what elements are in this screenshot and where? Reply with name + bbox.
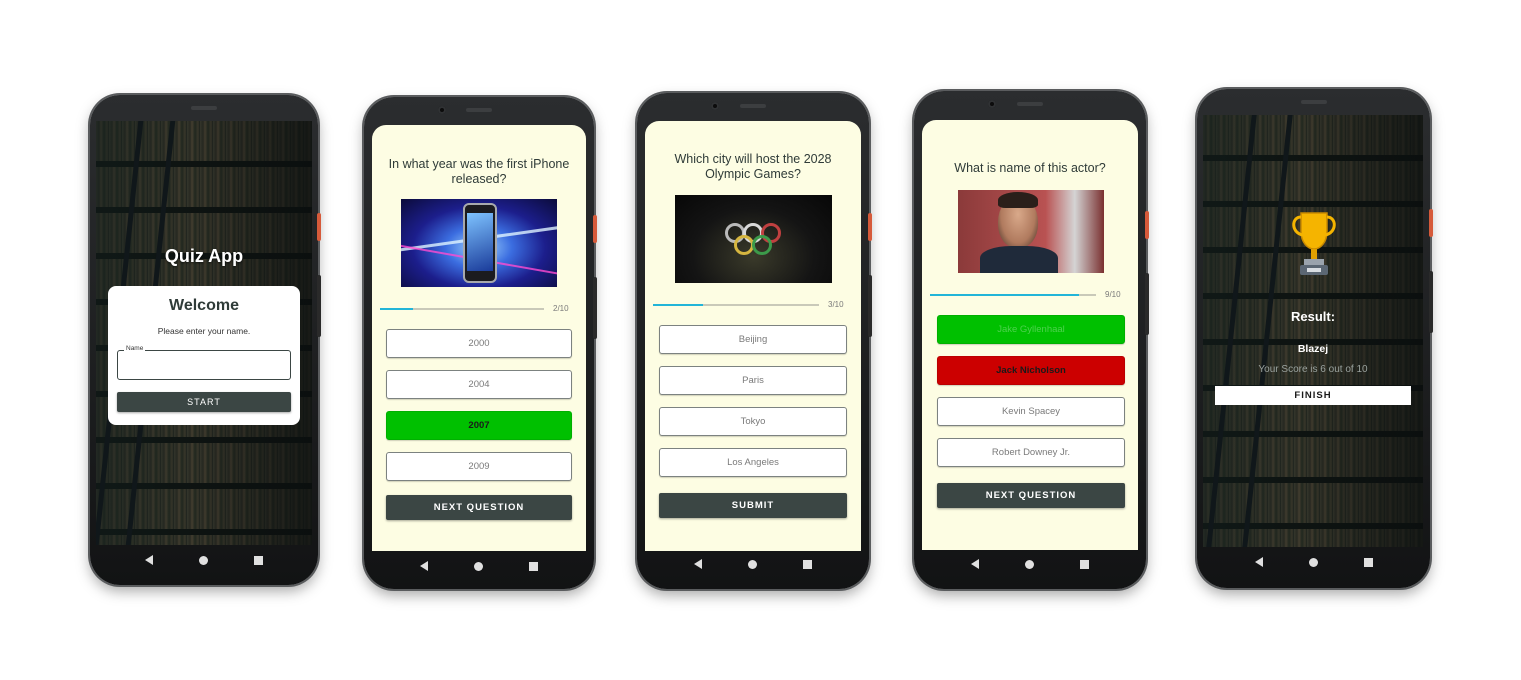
volume-button — [593, 277, 597, 339]
volume-button — [868, 275, 872, 337]
progress-label: 2/10 — [553, 304, 569, 313]
actor-hair — [998, 192, 1038, 208]
finish-button[interactable]: FINISH — [1215, 386, 1411, 405]
option-4[interactable]: Los Angeles — [659, 448, 847, 477]
front-camera — [437, 106, 446, 114]
home-circle-icon[interactable] — [1025, 559, 1034, 569]
home-circle-icon[interactable] — [1308, 557, 1318, 567]
phone-question-2: In what year was the first iPhone releas… — [364, 97, 597, 589]
home-circle-icon[interactable] — [474, 561, 483, 571]
actor-suit — [980, 246, 1058, 273]
power-button — [868, 213, 872, 241]
option-1[interactable]: 2000 — [386, 329, 572, 358]
back-triangle-icon[interactable] — [1254, 557, 1263, 567]
progress-label: 3/10 — [828, 300, 844, 309]
welcome-screen: Quiz App Welcome Please enter your name.… — [96, 121, 312, 545]
power-button — [593, 215, 597, 243]
question-text: Which city will host the 2028 Olympic Ga… — [674, 152, 832, 181]
iphone-display — [467, 213, 493, 271]
home-circle-icon[interactable] — [748, 559, 757, 569]
android-navbar — [1197, 547, 1430, 577]
recents-square-icon[interactable] — [529, 561, 538, 571]
speaker — [740, 104, 766, 108]
speaker — [1017, 102, 1043, 106]
ring — [752, 235, 772, 255]
start-button[interactable]: START — [117, 392, 291, 412]
progress-fill — [653, 304, 703, 306]
option-2[interactable]: 2004 — [386, 370, 572, 399]
back-triangle-icon[interactable] — [971, 559, 979, 569]
option-2[interactable]: Paris — [659, 366, 847, 395]
question-text: In what year was the first iPhone releas… — [388, 157, 570, 186]
phone-question-9: What is name of this actor? 9/10 Jake Gy… — [914, 91, 1149, 589]
speaker — [191, 106, 217, 110]
trophy-svg — [1292, 212, 1336, 275]
progress-track — [930, 294, 1096, 296]
volume-button — [1145, 273, 1149, 335]
trophy-icon — [1287, 209, 1341, 279]
option-2-wrong[interactable]: Jack Nicholson — [937, 356, 1125, 385]
score-text: Your Score is 6 out of 10 — [1258, 364, 1368, 375]
home-circle-icon[interactable] — [199, 555, 208, 565]
player-name: Blazej — [1297, 343, 1329, 355]
welcome-card: Welcome Please enter your name. Name STA… — [108, 286, 300, 425]
power-button — [317, 213, 321, 241]
ring — [734, 235, 754, 255]
android-navbar — [90, 545, 318, 575]
progress-fill — [380, 308, 413, 310]
question-3-screen: Which city will host the 2028 Olympic Ga… — [645, 121, 861, 551]
result-label: Result: — [1290, 309, 1336, 324]
speaker — [466, 108, 492, 112]
recents-square-icon[interactable] — [1363, 557, 1373, 567]
next-question-button[interactable]: NEXT QUESTION — [386, 495, 572, 520]
volume-button — [317, 275, 321, 337]
name-field-label: Name — [124, 345, 146, 352]
option-3[interactable]: Tokyo — [659, 407, 847, 436]
option-4[interactable]: Robert Downey Jr. — [937, 438, 1125, 467]
app-title: Quiz App — [164, 246, 244, 266]
olympic-rings-image — [675, 195, 832, 283]
option-3[interactable]: Kevin Spacey — [937, 397, 1125, 426]
option-3-correct[interactable]: 2007 — [386, 411, 572, 440]
progress-fill — [930, 294, 1080, 296]
power-button — [1429, 209, 1433, 237]
back-triangle-icon[interactable] — [420, 561, 428, 571]
question-text: What is name of this actor? — [954, 161, 1106, 175]
phone-welcome: Quiz App Welcome Please enter your name.… — [90, 95, 321, 585]
android-navbar — [364, 551, 594, 581]
name-field[interactable]: Name — [117, 345, 291, 380]
iphone-image — [401, 199, 557, 287]
front-camera — [988, 100, 997, 108]
submit-button[interactable]: SUBMIT — [659, 493, 847, 518]
question-2-screen: In what year was the first iPhone releas… — [372, 125, 586, 551]
progress-track — [380, 308, 544, 310]
recents-square-icon[interactable] — [1080, 559, 1089, 569]
phone-result: Result: Blazej Your Score is 6 out of 10… — [1197, 89, 1433, 588]
actor-photo — [958, 190, 1104, 273]
phone-question-3: Which city will host the 2028 Olympic Ga… — [637, 93, 872, 589]
card-title: Welcome — [169, 297, 239, 314]
iphone-device — [463, 203, 497, 283]
progress-label: 9/10 — [1105, 290, 1121, 299]
back-triangle-icon[interactable] — [694, 559, 702, 569]
power-button — [1145, 211, 1149, 239]
front-camera — [711, 102, 720, 110]
progress-track — [653, 304, 819, 306]
result-screen: Result: Blazej Your Score is 6 out of 10… — [1203, 115, 1423, 547]
option-1[interactable]: Beijing — [659, 325, 847, 354]
next-question-button[interactable]: NEXT QUESTION — [937, 483, 1125, 508]
name-prompt: Please enter your name. — [157, 326, 251, 336]
question-9-screen: What is name of this actor? 9/10 Jake Gy… — [922, 120, 1138, 550]
back-triangle-icon[interactable] — [145, 555, 153, 565]
recents-square-icon[interactable] — [254, 555, 263, 565]
android-navbar — [914, 549, 1146, 579]
volume-button — [1429, 271, 1433, 333]
bookshelf-background — [1203, 115, 1423, 547]
android-navbar — [637, 549, 869, 579]
option-1-correct[interactable]: Jake Gyllenhaal — [937, 315, 1125, 344]
option-4[interactable]: 2009 — [386, 452, 572, 481]
recents-square-icon[interactable] — [803, 559, 812, 569]
speaker — [1300, 100, 1327, 104]
